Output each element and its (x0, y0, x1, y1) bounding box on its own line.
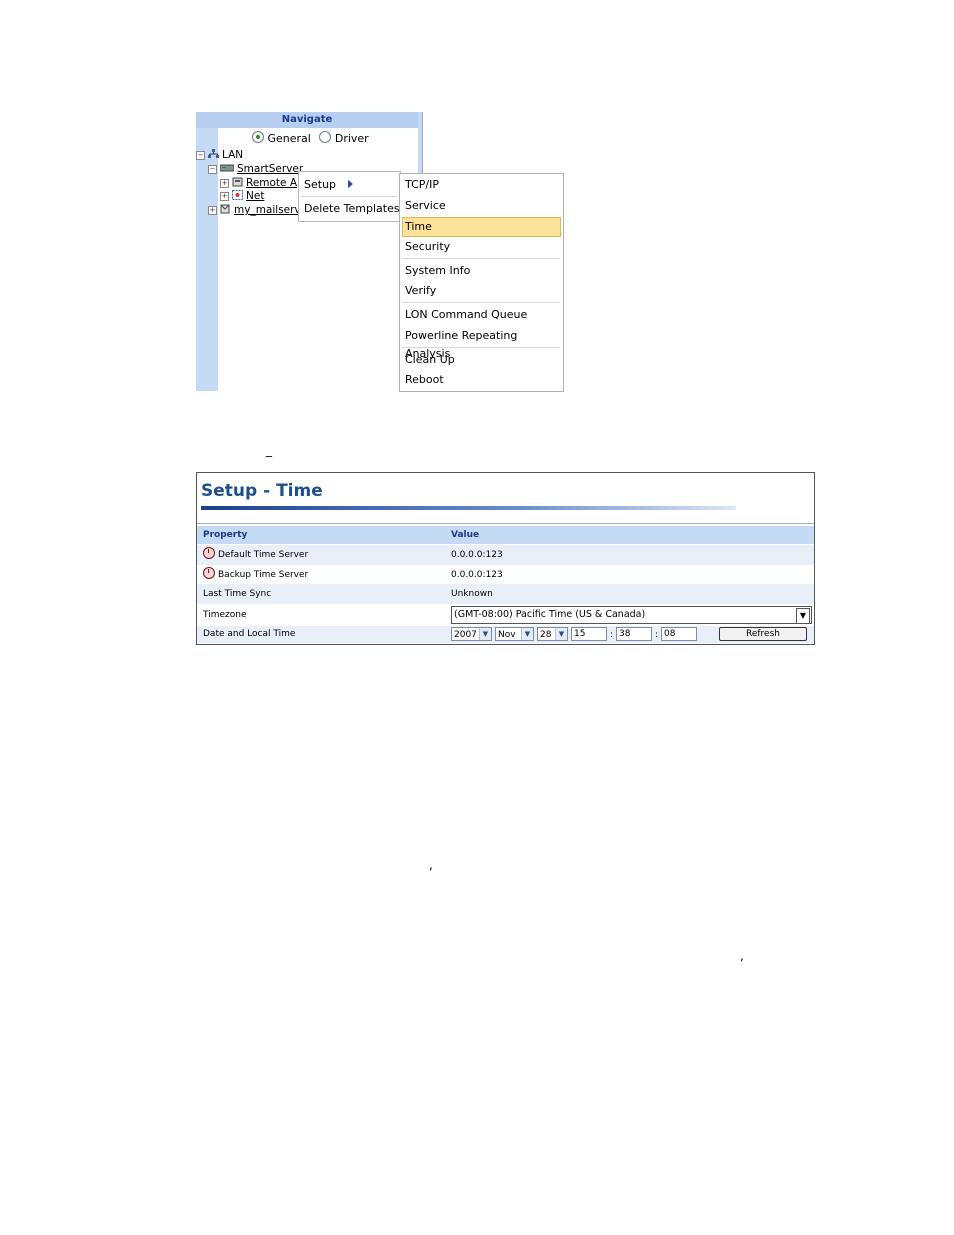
menu-item-service[interactable]: Service (404, 197, 558, 215)
menu-item-tcpip[interactable]: TCP/IP (404, 176, 558, 194)
month-value: Nov (498, 630, 516, 640)
menu-item-setup-label: Setup (304, 178, 337, 191)
minute-input[interactable]: 38 (616, 627, 652, 641)
table-row: Date and Local Time 2007 ▼ Nov ▼ 28 ▼ 15… (197, 626, 814, 643)
day-select[interactable]: 28 ▼ (537, 627, 568, 641)
menu-separator (402, 258, 560, 259)
net-icon (232, 190, 243, 200)
stray-underscore: _ (266, 443, 272, 457)
stray-comma: , (740, 949, 744, 963)
property-cell: Backup Time Server (203, 565, 308, 585)
tree-label-net[interactable]: Net (246, 190, 264, 202)
table-header: Property Value (197, 526, 814, 544)
phone-icon (232, 177, 243, 187)
server-icon (220, 164, 234, 172)
header-property: Property (203, 530, 248, 540)
menu-item-reboot[interactable]: Reboot (404, 371, 558, 389)
stray-comma: , (429, 858, 433, 872)
chevron-down-icon[interactable]: ▼ (555, 628, 567, 640)
view-radio-group: General Driver (252, 131, 369, 145)
driver-radio-label[interactable]: Driver (335, 132, 369, 145)
timezone-value: (GMT-08:00) Pacific Time (US & Canada) (454, 609, 646, 620)
menu-item-setup[interactable]: Setup (304, 178, 353, 191)
expand-toggle-icon[interactable]: + (220, 192, 229, 201)
year-select[interactable]: 2007 ▼ (451, 627, 492, 641)
property-timezone: Timezone (203, 610, 247, 620)
tree-label-lan: LAN (222, 149, 244, 161)
context-menu: Setup Delete Templates (298, 171, 401, 222)
tree-item-mailserver[interactable]: + my_mailserv (208, 204, 301, 216)
chevron-down-icon[interactable]: ▼ (521, 628, 533, 640)
table-row: Backup Time Server 0.0.0.0:123 (197, 565, 814, 585)
tree-label-mailserver[interactable]: my_mailserv (234, 204, 301, 216)
refresh-button[interactable]: Refresh (719, 627, 807, 641)
navigate-header: Navigate (196, 112, 418, 128)
menu-item-system-info[interactable]: System Info (404, 262, 558, 280)
mail-server-icon (220, 204, 230, 214)
dropdown-arrow-icon[interactable]: ▼ (796, 608, 810, 624)
menu-separator (301, 196, 397, 197)
menu-item-clean-up[interactable]: Clean Up (404, 351, 558, 369)
page-title: Setup - Time (201, 481, 323, 501)
divider (197, 523, 814, 524)
tree-label-remote[interactable]: Remote A (246, 177, 297, 189)
menu-item-lon-command-queue[interactable]: LON Command Queue (404, 306, 558, 324)
property-backup-time-server: Backup Time Server (218, 570, 309, 580)
year-value: 2007 (454, 630, 477, 640)
network-icon (208, 149, 219, 158)
chevron-down-icon[interactable]: ▼ (479, 628, 491, 640)
setup-time-panel: Setup - Time Property Value Default Time… (196, 472, 815, 645)
menu-item-security[interactable]: Security (404, 238, 558, 256)
hour-input[interactable]: 15 (571, 627, 607, 641)
month-select[interactable]: Nov ▼ (495, 627, 534, 641)
header-value: Value (451, 530, 480, 540)
property-last-time-sync: Last Time Sync (203, 589, 272, 599)
second-input[interactable]: 08 (661, 627, 697, 641)
property-date-local-time: Date and Local Time (203, 629, 296, 639)
menu-separator (402, 347, 560, 348)
time-separator: : (655, 630, 659, 640)
expand-toggle-icon[interactable]: + (220, 179, 229, 188)
tree-item-smartserver[interactable]: − SmartServer (208, 163, 303, 175)
tree-item-lan[interactable]: − LAN (196, 149, 243, 161)
timezone-select[interactable]: (GMT-08:00) Pacific Time (US & Canada) ▼ (451, 606, 812, 624)
general-radio[interactable] (252, 131, 264, 143)
property-default-time-server: Default Time Server (218, 550, 309, 560)
tree-item-remote[interactable]: + Remote A (220, 177, 297, 189)
menu-item-delete-templates[interactable]: Delete Templates (304, 202, 400, 215)
value-backup-time-server[interactable]: 0.0.0.0:123 (451, 565, 503, 585)
submenu-arrow-icon (347, 180, 353, 188)
value-default-time-server[interactable]: 0.0.0.0:123 (451, 545, 503, 565)
tree-item-net[interactable]: + Net (220, 190, 264, 202)
title-underline (201, 506, 736, 510)
clock-icon (203, 567, 215, 579)
day-value: 28 (540, 630, 552, 640)
general-radio-label[interactable]: General (268, 132, 311, 145)
table-row: Last Time Sync Unknown (197, 584, 814, 604)
menu-item-time[interactable]: Time (402, 217, 561, 237)
table-row: Timezone (GMT-08:00) Pacific Time (US & … (197, 604, 814, 626)
clock-icon (203, 547, 215, 559)
tree-label-smartserver[interactable]: SmartServer (237, 163, 303, 175)
menu-item-verify[interactable]: Verify (404, 282, 558, 300)
menu-item-powerline-repeating-analysis[interactable]: Powerline Repeating Analysis (404, 327, 558, 360)
collapse-toggle-icon[interactable]: − (208, 165, 217, 174)
time-separator: : (610, 630, 614, 640)
value-last-time-sync: Unknown (451, 589, 493, 599)
menu-separator (402, 302, 560, 303)
property-cell: Default Time Server (203, 545, 308, 565)
expand-toggle-icon[interactable]: + (208, 206, 217, 215)
setup-submenu: TCP/IP Service Time Security System Info… (399, 173, 564, 392)
driver-radio[interactable] (319, 131, 332, 143)
collapse-toggle-icon[interactable]: − (196, 151, 205, 160)
table-row: Default Time Server 0.0.0.0:123 (197, 545, 814, 565)
